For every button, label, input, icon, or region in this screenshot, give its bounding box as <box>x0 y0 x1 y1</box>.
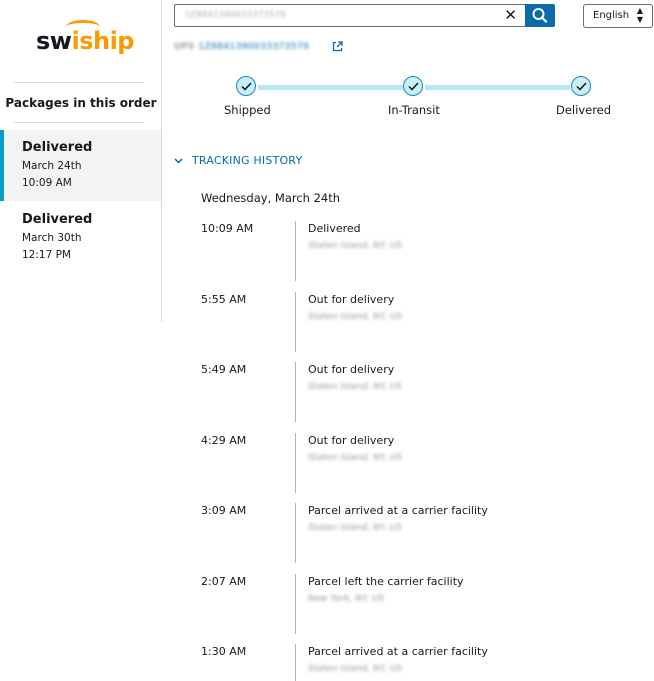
sort-arrows-icon: ▲ ▼ <box>636 6 643 24</box>
event-location: Staten Island, NY, US <box>308 523 402 533</box>
event-location: Staten Island, NY, US <box>308 453 402 463</box>
progress-bar-segment <box>425 85 570 90</box>
event-location: Staten Island, NY, US <box>308 312 402 322</box>
sidebar-divider <box>14 82 144 83</box>
event-time: 5:49 AM <box>201 363 247 376</box>
event-location: Staten Island, NY, US <box>308 664 402 674</box>
timeline-line <box>295 574 296 634</box>
swiship-logo: swiship <box>36 27 134 55</box>
event-location: Staten Island, NY, US <box>308 382 402 392</box>
package-item-2[interactable]: Delivered March 30th 12:17 PM <box>0 202 161 273</box>
external-link-icon[interactable] <box>332 41 343 52</box>
timeline-line <box>295 644 296 681</box>
timeline-line <box>295 221 296 281</box>
package-date: March 24th <box>22 160 82 172</box>
event-time: 5:55 AM <box>201 293 247 306</box>
check-icon <box>571 76 591 96</box>
language-select[interactable]: English ▲ ▼ <box>583 4 653 28</box>
event-time: 2:07 AM <box>201 575 247 588</box>
carrier-name: UPS <box>174 42 195 52</box>
timeline-line <box>295 503 296 563</box>
event-description: Delivered <box>308 222 361 235</box>
timeline-line <box>295 292 296 352</box>
timeline-line <box>295 362 296 422</box>
sidebar: swiship Packages in this order Delivered… <box>0 0 162 322</box>
tracking-number-link[interactable]: 1Z8841390033373579 <box>198 42 309 52</box>
packages-title: Packages in this order <box>5 96 157 110</box>
event-description: Parcel arrived at a carrier facility <box>308 504 488 517</box>
check-icon <box>236 76 256 96</box>
event-description: Out for delivery <box>308 434 395 447</box>
tracking-number-row: UPS 1Z8841390033373579 <box>174 41 343 53</box>
search-icon <box>532 8 548 23</box>
event-description: Parcel left the carrier facility <box>308 575 464 588</box>
event-time: 3:09 AM <box>201 504 247 517</box>
progress-label-delivered: Delivered <box>556 103 612 117</box>
tracking-history-title: TRACKING HISTORY <box>192 154 303 167</box>
package-item-1[interactable]: Delivered March 24th 10:09 AM <box>0 130 161 201</box>
package-status: Delivered <box>22 212 93 227</box>
check-icon <box>403 76 423 96</box>
search-value: 1Z8841390033373579 <box>185 10 287 19</box>
event-description: Out for delivery <box>308 293 395 306</box>
search-button[interactable] <box>525 4 555 27</box>
package-status: Delivered <box>22 140 93 155</box>
progress-bar-segment <box>258 85 403 90</box>
clear-icon[interactable]: ✕ <box>504 6 517 24</box>
language-value: English <box>593 10 630 21</box>
progress-label-shipped: Shipped <box>224 103 271 117</box>
sidebar-divider <box>14 122 144 123</box>
event-description: Parcel arrived at a carrier facility <box>308 645 488 658</box>
progress-label-in-transit: In-Transit <box>388 103 440 117</box>
event-time: 1:30 AM <box>201 645 247 658</box>
timeline-line <box>295 433 296 493</box>
event-time: 4:29 AM <box>201 434 247 447</box>
event-time: 10:09 AM <box>201 222 254 235</box>
event-location: New York, NY, US <box>308 594 385 604</box>
package-date: March 30th <box>22 232 82 244</box>
chevron-down-icon <box>174 154 192 167</box>
tracking-search-input[interactable]: 1Z8841390033373579 ✕ <box>174 4 526 27</box>
history-date: Wednesday, March 24th <box>201 191 341 205</box>
event-location: Staten Island, NY, US <box>308 241 402 251</box>
event-description: Out for delivery <box>308 363 395 376</box>
package-time: 12:17 PM <box>22 249 71 261</box>
package-time: 10:09 AM <box>22 177 72 189</box>
tracking-history-toggle[interactable]: TRACKING HISTORY <box>174 154 302 167</box>
shipment-progress: Shipped In-Transit Delivered <box>200 76 620 121</box>
